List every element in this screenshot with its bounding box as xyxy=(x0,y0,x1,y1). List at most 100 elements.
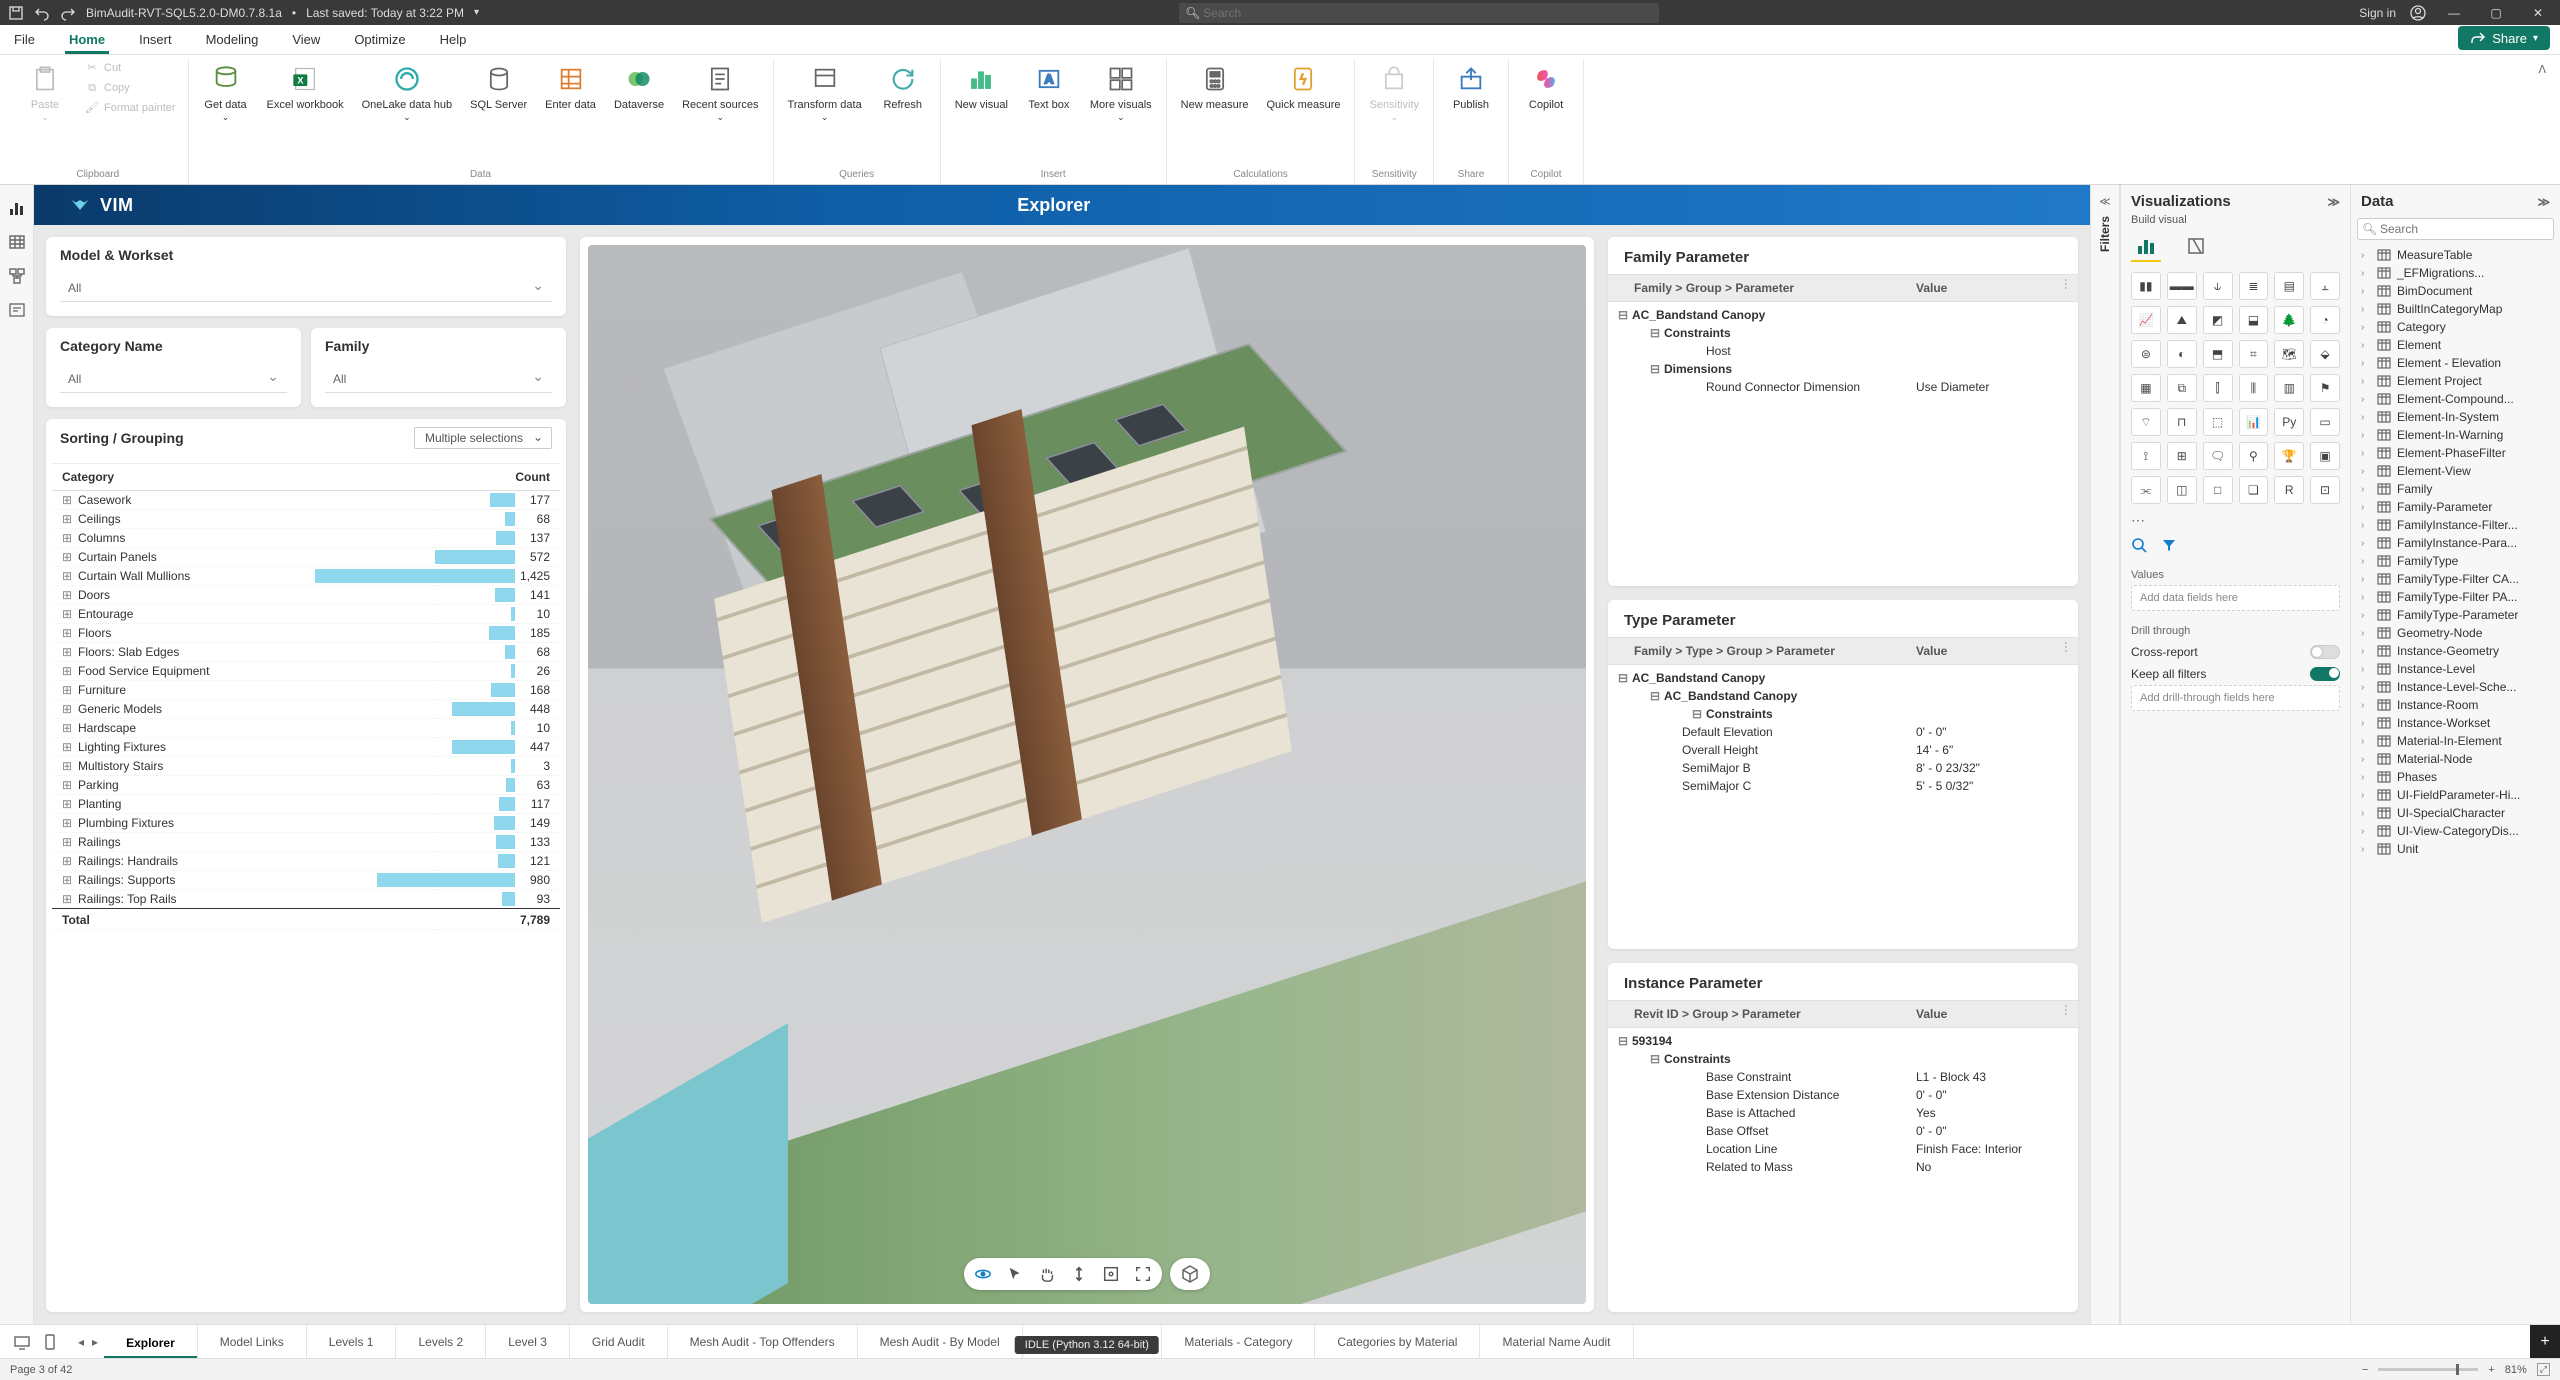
vertical-icon[interactable] xyxy=(1070,1265,1088,1283)
viz-type-icon[interactable]: 📈 xyxy=(2131,306,2161,334)
table-row[interactable]: ⊞Ceilings68 xyxy=(52,510,560,529)
table-row[interactable]: ⊞Curtain Panels572 xyxy=(52,548,560,567)
table-row[interactable]: ⊞Food Service Equipment26 xyxy=(52,662,560,681)
minimize-button[interactable]: — xyxy=(2440,6,2468,20)
table-row[interactable]: ⊞Railings: Supports980 xyxy=(52,871,560,890)
table-row[interactable]: ⊞Multistory Stairs3 xyxy=(52,757,560,776)
redo-icon[interactable] xyxy=(60,5,76,21)
data-table-item[interactable]: ›BimDocument xyxy=(2357,282,2554,300)
table-row[interactable]: ⊞Hardscape10 xyxy=(52,719,560,738)
param-row[interactable]: ⊟AC_Bandstand Canopy xyxy=(1608,687,2078,705)
table-row[interactable]: ⊞Doors141 xyxy=(52,586,560,605)
cursor-icon[interactable] xyxy=(1006,1265,1024,1283)
param-row[interactable]: Base Offset0' - 0" xyxy=(1608,1122,2078,1140)
viz-search-icon[interactable] xyxy=(2131,537,2147,553)
param-row[interactable]: Base ConstraintL1 - Block 43 xyxy=(1608,1068,2078,1086)
param-row[interactable]: Default Elevation0' - 0" xyxy=(1608,723,2078,741)
get-data-button[interactable]: Get data⌄ xyxy=(197,59,255,127)
data-table-item[interactable]: ›Element-In-System xyxy=(2357,408,2554,426)
more-visuals-button[interactable]: More visuals⌄ xyxy=(1084,59,1158,127)
page-tab[interactable]: Mesh Audit - By Model xyxy=(857,1325,1023,1358)
viz-type-icon[interactable]: ⊞ xyxy=(2167,442,2197,470)
viz-type-icon[interactable]: ⫠ xyxy=(2310,272,2340,300)
text-box-button[interactable]: AText box xyxy=(1020,59,1078,116)
page-tab[interactable]: Levels 2 xyxy=(395,1325,486,1358)
data-table-item[interactable]: ›FamilyType xyxy=(2357,552,2554,570)
expand-left-icon[interactable]: ≪ xyxy=(2099,195,2111,208)
data-search-input[interactable] xyxy=(2357,218,2554,240)
cube-icon[interactable] xyxy=(1180,1264,1200,1284)
undo-icon[interactable] xyxy=(34,5,50,21)
param-row[interactable]: ⊟Dimensions xyxy=(1608,360,2078,378)
viz-type-icon[interactable]: 🌲 xyxy=(2274,306,2304,334)
param-row[interactable]: Related to MassNo xyxy=(1608,1158,2078,1176)
param-row[interactable]: SemiMajor C5' - 5 0/32" xyxy=(1608,777,2078,795)
collapse-right-icon[interactable]: ≫ xyxy=(2327,195,2340,209)
ribbon-collapse-icon[interactable]: ᐱ xyxy=(2532,59,2552,184)
data-table-item[interactable]: ›Element - Elevation xyxy=(2357,354,2554,372)
dax-view-icon[interactable] xyxy=(8,301,26,319)
data-table-item[interactable]: ›Element-In-Warning xyxy=(2357,426,2554,444)
cross-report-toggle[interactable] xyxy=(2310,645,2340,659)
viz-type-icon[interactable]: ▣ xyxy=(2310,442,2340,470)
viz-type-icon[interactable]: ⊡ xyxy=(2310,476,2340,504)
param-row[interactable]: ⊟593194 xyxy=(1608,1032,2078,1050)
data-table-item[interactable]: ›Phases xyxy=(2357,768,2554,786)
table-row[interactable]: ⊞Plumbing Fixtures149 xyxy=(52,814,560,833)
viz-type-icon[interactable]: ⬓ xyxy=(2239,306,2269,334)
excel-button[interactable]: XExcel workbook xyxy=(261,59,350,116)
viz-type-icon[interactable]: ⬒ xyxy=(2203,340,2233,368)
zoom-slider[interactable] xyxy=(2378,1368,2478,1371)
data-table-item[interactable]: ›FamilyInstance-Filter... xyxy=(2357,516,2554,534)
viz-type-icon[interactable]: R xyxy=(2274,476,2304,504)
page-tab[interactable]: Level 3 xyxy=(485,1325,570,1358)
table-row[interactable]: ⊞Entourage10 xyxy=(52,605,560,624)
more-icon[interactable]: ⋯ xyxy=(2059,641,2073,653)
new-measure-button[interactable]: New measure xyxy=(1175,59,1255,116)
dataverse-button[interactable]: Dataverse xyxy=(608,59,670,116)
report-view-icon[interactable] xyxy=(8,199,26,217)
sorting-select[interactable]: Multiple selections xyxy=(414,427,552,449)
param-row[interactable]: Base is AttachedYes xyxy=(1608,1104,2078,1122)
publish-button[interactable]: Publish xyxy=(1442,59,1500,116)
table-row[interactable]: ⊞Railings133 xyxy=(52,833,560,852)
3d-viewport[interactable] xyxy=(580,237,1594,1312)
viz-filter-icon[interactable] xyxy=(2161,537,2177,553)
quick-measure-button[interactable]: Quick measure xyxy=(1261,59,1347,116)
data-table-item[interactable]: ›Instance-Room xyxy=(2357,696,2554,714)
data-table-item[interactable]: ›Material-In-Element xyxy=(2357,732,2554,750)
onelake-button[interactable]: OneLake data hub⌄ xyxy=(356,59,459,127)
data-table-item[interactable]: ›UI-View-CategoryDis... xyxy=(2357,822,2554,840)
data-table-item[interactable]: ›Element xyxy=(2357,336,2554,354)
close-button[interactable]: ✕ xyxy=(2524,6,2552,20)
orbit-icon[interactable] xyxy=(974,1265,992,1283)
viz-type-icon[interactable]: ◩ xyxy=(2203,306,2233,334)
param-row[interactable]: ⊟AC_Bandstand Canopy xyxy=(1608,669,2078,687)
viz-type-icon[interactable]: ⌔ xyxy=(2131,408,2161,436)
page-tab[interactable]: Mesh Audit - Top Offenders xyxy=(667,1325,858,1358)
viz-type-icon[interactable]: ⌗ xyxy=(2239,340,2269,368)
viz-more[interactable]: ⋯ xyxy=(2131,512,2340,529)
tab-prev-icon[interactable]: ◂ xyxy=(78,1335,84,1349)
recent-sources-button[interactable]: Recent sources⌄ xyxy=(676,59,764,127)
data-table-item[interactable]: ›MeasureTable xyxy=(2357,246,2554,264)
menu-optimize[interactable]: Optimize xyxy=(350,27,409,54)
copilot-button[interactable]: Copilot xyxy=(1517,59,1575,116)
data-table-item[interactable]: ›Family xyxy=(2357,480,2554,498)
param-row[interactable]: ⊟Constraints xyxy=(1608,1050,2078,1068)
param-row[interactable]: Host xyxy=(1608,342,2078,360)
zoom-in-icon[interactable]: + xyxy=(2488,1364,2494,1376)
add-page-button[interactable]: + xyxy=(2530,1325,2560,1358)
page-tab[interactable]: Materials - Category xyxy=(1161,1325,1315,1358)
viz-type-icon[interactable]: ⛰ xyxy=(2167,306,2197,334)
table-row[interactable]: ⊞Lighting Fixtures447 xyxy=(52,738,560,757)
data-table-item[interactable]: ›Element-Compound... xyxy=(2357,390,2554,408)
family-select[interactable] xyxy=(325,366,552,393)
page-tab[interactable]: Grid Audit xyxy=(569,1325,668,1358)
table-row[interactable]: ⊞Floors: Slab Edges68 xyxy=(52,643,560,662)
data-table-item[interactable]: ›Material-Node xyxy=(2357,750,2554,768)
table-row[interactable]: ⊞Parking63 xyxy=(52,776,560,795)
more-icon[interactable]: ⋯ xyxy=(2059,278,2073,290)
data-table-item[interactable]: ›Geometry-Node xyxy=(2357,624,2554,642)
data-table-item[interactable]: ›Element Project xyxy=(2357,372,2554,390)
